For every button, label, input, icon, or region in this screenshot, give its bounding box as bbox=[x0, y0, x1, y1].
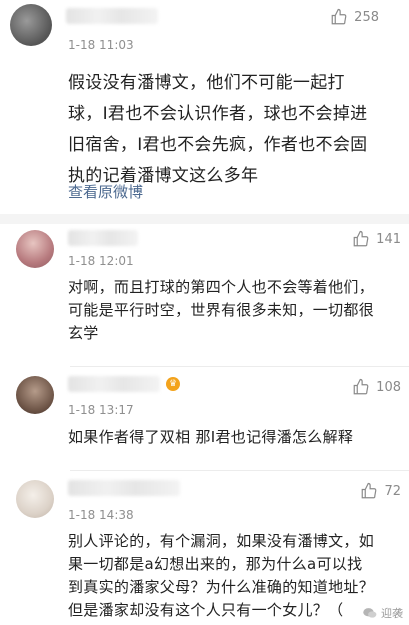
like-button[interactable]: 141 bbox=[352, 230, 401, 248]
avatar[interactable] bbox=[16, 230, 54, 268]
text-line: 到真实的潘家父母？为什么准确的知道地址？ bbox=[68, 578, 375, 596]
view-original-link[interactable]: 查看原微博 bbox=[68, 181, 143, 202]
text-line: 别人评论的，有个漏洞，如果没有潘博文，如 bbox=[68, 532, 375, 550]
text-line: 旧宿舍，I君也不会先疯，作者也不会固 bbox=[68, 135, 368, 155]
text-line: 对啊，而且打球的第四个人也不会等着他们， bbox=[68, 278, 375, 296]
text-line: 可能是平行时空，世界有很多未知，一切都很 bbox=[68, 301, 375, 319]
like-count: 72 bbox=[384, 483, 401, 499]
row-divider bbox=[70, 366, 409, 367]
timestamp: 1-18 12:01 bbox=[68, 254, 134, 268]
username-blurred[interactable] bbox=[66, 8, 158, 24]
comment-reply: 72 1-18 14:38 别人评论的，有个漏洞，如果没有潘博文，如 果一切都是… bbox=[0, 474, 409, 625]
comment-text: 假设没有潘博文，他们不可能一起打 球，I君也不会认识作者，球也不会掉进 旧宿舍，… bbox=[68, 68, 367, 192]
text-line: 玄学 bbox=[68, 324, 99, 342]
avatar[interactable] bbox=[10, 4, 52, 46]
like-button[interactable]: 108 bbox=[352, 378, 401, 396]
watermark-text: 迎袭 bbox=[381, 607, 403, 620]
avatar[interactable] bbox=[16, 480, 54, 518]
username-blurred[interactable] bbox=[68, 230, 138, 246]
watermark: 迎袭 bbox=[362, 605, 403, 621]
comment-text: 对啊，而且打球的第四个人也不会等着他们， 可能是平行时空，世界有很多未知，一切都… bbox=[68, 276, 374, 345]
thumbs-up-icon bbox=[331, 8, 347, 25]
text-line: 如果作者得了双相 那I君也记得潘怎么解释 bbox=[68, 428, 354, 446]
like-count: 141 bbox=[376, 231, 401, 247]
thumbs-up-icon bbox=[353, 378, 369, 395]
comment-reply: 141 1-18 12:01 对啊，而且打球的第四个人也不会等着他们， 可能是平… bbox=[0, 224, 409, 364]
text-line: 假设没有潘博文，他们不可能一起打 bbox=[68, 73, 345, 93]
timestamp: 1-18 14:38 bbox=[68, 508, 134, 522]
username-blurred[interactable] bbox=[68, 480, 180, 496]
comment-main: 258 1-18 11:03 假设没有潘博文，他们不可能一起打 球，I君也不会认… bbox=[0, 0, 409, 214]
text-line: 但是潘家却没有这个人只有一个女儿？（ bbox=[68, 601, 344, 619]
thumbs-up-icon bbox=[362, 482, 377, 499]
comment-text: 如果作者得了双相 那I君也记得潘怎么解释 bbox=[68, 426, 353, 449]
like-button[interactable]: 258 bbox=[330, 8, 379, 26]
thumbs-up-icon bbox=[353, 230, 369, 247]
row-divider bbox=[70, 470, 409, 471]
timestamp: 1-18 13:17 bbox=[68, 403, 134, 417]
like-count: 108 bbox=[376, 379, 401, 395]
wechat-icon bbox=[363, 608, 377, 618]
comment-reply: ♛ 108 1-18 13:17 如果作者得了双相 那I君也记得潘怎么解释 bbox=[0, 370, 409, 470]
timestamp: 1-18 11:03 bbox=[68, 38, 134, 52]
avatar[interactable] bbox=[16, 376, 54, 414]
vip-badge-icon: ♛ bbox=[166, 377, 180, 391]
section-divider bbox=[0, 214, 409, 224]
comment-text: 别人评论的，有个漏洞，如果没有潘博文，如 果一切都是a幻想出来的，那为什么a可以… bbox=[68, 530, 374, 622]
text-line: 果一切都是a幻想出来的，那为什么a可以找 bbox=[68, 555, 363, 573]
username-blurred[interactable] bbox=[68, 376, 160, 392]
like-button[interactable]: 72 bbox=[360, 482, 401, 500]
like-count: 258 bbox=[354, 9, 379, 25]
text-line: 球，I君也不会认识作者，球也不会掉进 bbox=[68, 104, 368, 124]
